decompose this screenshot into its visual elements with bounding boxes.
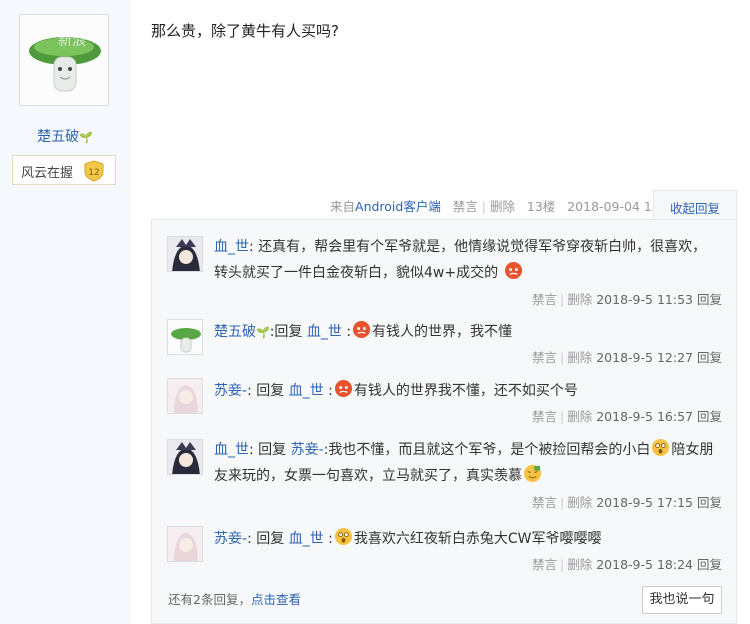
svg-text:新浪: 新浪 [58, 33, 86, 49]
more-replies-prefix: 还有2条回复， [168, 592, 251, 607]
envy-emoji-icon [523, 464, 542, 483]
reply-word: : 回复 [247, 531, 285, 547]
reply-date: 2018-9-5 18:24 [596, 557, 693, 572]
source-link[interactable]: Android客户端 [355, 199, 441, 214]
reply-word: : 回复 [249, 442, 287, 458]
reply-delete-link[interactable]: 删除 [567, 292, 592, 307]
reply-reply-link[interactable]: 回复 [697, 350, 722, 365]
reply-date: 2018-9-5 11:53 [596, 292, 693, 307]
reply-meta: 禁言 | 删除 2018-9-5 16:57 回复 [531, 409, 722, 424]
reply-word: :回复 [269, 324, 303, 340]
reply-avatar[interactable] [167, 526, 203, 562]
reply-word: : 回复 [247, 383, 285, 399]
reply-meta: 禁言 | 删除 2018-9-5 18:24 回复 [531, 557, 722, 572]
author-sidebar: 新浪 楚五破🌱 风云在握 12 [0, 0, 130, 624]
source-prefix: 来自 [330, 199, 356, 214]
reply-target-username[interactable]: 苏妾- [291, 442, 324, 458]
reply-meta: 禁言 | 删除 2018-9-5 11:53 回复 [531, 292, 722, 307]
reply-colon: : [346, 324, 352, 340]
reply-text: :我也不懂，而且就这个军爷，是个被捡回帮会的小白 [323, 442, 651, 458]
level-shield-icon: 12 [84, 160, 104, 182]
reply-list: 血_世: 还真有，帮会里有个军爷就是，他情缘说觉得军爷穿夜斩白帅，很喜欢， 转头… [151, 219, 737, 624]
collapse-replies-label[interactable]: 收起回复 [670, 198, 720, 217]
surprised-emoji-icon [334, 527, 352, 546]
reply-text: 我喜欢六红夜斩白赤兔大CW军爷嘤嘤嘤 [353, 531, 602, 547]
reply-avatar[interactable] [167, 236, 203, 272]
add-reply-button[interactable]: 我也说一句 [642, 586, 722, 614]
post-content: 那么贵，除了黄牛有人买吗? [151, 22, 339, 40]
author-avatar[interactable]: 新浪 [19, 14, 109, 106]
reply-mute-link[interactable]: 禁言 [532, 557, 557, 572]
view-more-link[interactable]: 点击查看 [251, 592, 301, 607]
reply-reply-link[interactable]: 回复 [697, 409, 722, 424]
reply-username[interactable]: 苏妾- [214, 383, 247, 399]
reply-text: 有钱人的世界我不懂，还不如买个号 [353, 383, 578, 399]
level-badge-box[interactable]: 风云在握 12 [12, 155, 116, 185]
reply-username[interactable]: 苏妾- [214, 531, 247, 547]
reply-username[interactable]: 血_世 [214, 442, 249, 458]
reply-text: : 还真有，帮会里有个军爷就是，他情缘说觉得军爷穿夜斩白帅，很喜欢， [249, 239, 707, 255]
angry-emoji-icon [334, 379, 352, 398]
reply-delete-link[interactable]: 删除 [567, 495, 592, 510]
post-delete-link[interactable]: 删除 [490, 199, 515, 214]
post-mute-link[interactable]: 禁言 [453, 199, 478, 214]
reply-username[interactable]: 楚五破 [214, 324, 256, 340]
reply-text-cont: 转头就买了一件白金夜斩白，貌似4w+成交的 [214, 265, 499, 281]
reply-meta: 禁言 | 删除 2018-9-5 12:27 回复 [531, 350, 722, 365]
reply-colon: : [328, 383, 333, 399]
reply-meta: 禁言 | 删除 2018-9-5 17:15 回复 [531, 495, 722, 510]
reply-delete-link[interactable]: 删除 [567, 350, 592, 365]
reply-mute-link[interactable]: 禁言 [532, 495, 557, 510]
reply-delete-link[interactable]: 删除 [567, 557, 592, 572]
surprised-emoji-icon [652, 438, 670, 457]
floor-number: 13楼 [526, 199, 556, 214]
author-name[interactable]: 楚五破🌱 [0, 126, 130, 146]
reply-reply-link[interactable]: 回复 [697, 495, 722, 510]
reply-target-username[interactable]: 血_世 [289, 531, 324, 547]
reply-date: 2018-9-5 16:57 [596, 409, 693, 424]
reply-text: 有钱人的世界，我不懂 [372, 324, 513, 340]
reply-delete-link[interactable]: 删除 [567, 409, 592, 424]
reply-reply-link[interactable]: 回复 [697, 557, 722, 572]
reply-mute-link[interactable]: 禁言 [532, 350, 557, 365]
post-meta: 来自Android客户端 禁言 | 删除 13楼 2018-09-04 15:4… [330, 199, 680, 214]
reply-username[interactable]: 血_世 [214, 239, 249, 255]
reply-target-username[interactable]: 血_世 [289, 383, 324, 399]
reply-reply-link[interactable]: 回复 [697, 292, 722, 307]
reply-mute-link[interactable]: 禁言 [532, 409, 557, 424]
reply-colon: : [328, 531, 333, 547]
level-title: 风云在握 [21, 166, 74, 181]
reply-date: 2018-9-5 12:27 [596, 350, 693, 365]
reply-text-cont: 友来玩的，女票一句喜欢，立马就买了，真实羡慕 [214, 468, 522, 484]
angry-emoji-icon [504, 261, 522, 280]
more-replies: 还有2条回复，点击查看 [168, 589, 301, 608]
sprout-icon: 🌱 [79, 131, 93, 144]
reply-avatar[interactable] [167, 439, 203, 475]
reply-target-username[interactable]: 血_世 [307, 324, 342, 340]
angry-emoji-icon [352, 320, 371, 339]
author-name-text[interactable]: 楚五破 [37, 129, 79, 145]
reply-date: 2018-9-5 17:15 [596, 495, 693, 510]
reply-avatar[interactable] [167, 378, 203, 414]
reply-text-tail: 陪女朋 [671, 442, 714, 458]
sprout-icon: 🌱 [256, 326, 270, 339]
level-number: 12 [88, 168, 99, 178]
collapse-replies-tab[interactable]: 收起回复 [653, 190, 737, 220]
reply-mute-link[interactable]: 禁言 [532, 292, 557, 307]
reply-avatar[interactable] [167, 319, 203, 355]
